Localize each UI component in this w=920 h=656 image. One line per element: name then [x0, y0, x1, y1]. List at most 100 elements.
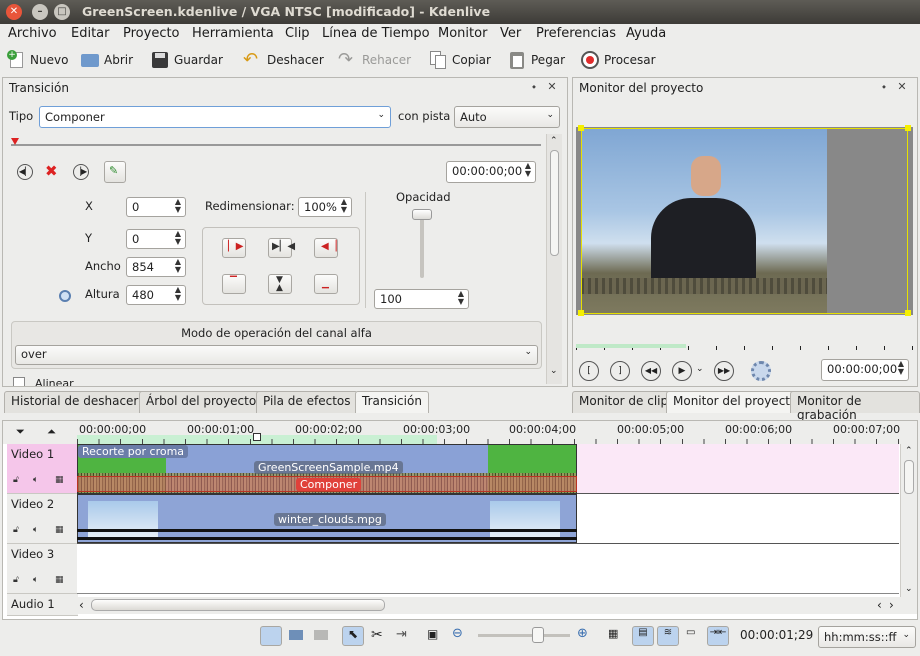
zoom-slider-handle[interactable] — [532, 627, 544, 643]
selection-tool-icon[interactable]: ⬉ — [342, 626, 364, 646]
type-select[interactable]: Componer ⌄ — [39, 106, 391, 128]
track-select[interactable]: Auto ⌄ — [454, 106, 560, 128]
align-vcenter-button[interactable]: ▼ ▲ — [268, 274, 292, 294]
menu-editar[interactable]: Editar — [71, 26, 110, 41]
tab-transition[interactable]: Transición — [355, 391, 429, 413]
insert-mode-icon[interactable] — [314, 630, 328, 640]
maximize-window-icon[interactable]: □ — [54, 4, 70, 20]
tab-record-monitor[interactable]: Monitor de grabación — [790, 391, 920, 422]
fit-zoom-icon[interactable]: ▣ — [427, 627, 438, 641]
rewind-icon[interactable]: ◀◀ — [641, 361, 661, 381]
menu-preferencias[interactable]: Preferencias — [536, 26, 616, 41]
align-hcenter-button[interactable]: ▶▏◀ — [268, 238, 295, 258]
overwrite-mode-icon[interactable] — [289, 630, 303, 640]
keyframe-timeline[interactable] — [11, 144, 541, 146]
render-button[interactable]: Procesar — [580, 49, 656, 71]
width-spinbox[interactable]: 854 ▲ ▼ — [126, 257, 186, 277]
resize-handle[interactable] — [905, 310, 911, 316]
zone-end-icon[interactable]: ] — [610, 361, 630, 381]
gear-icon[interactable] — [59, 290, 71, 302]
align-left-button[interactable]: ▏▶ — [222, 238, 246, 258]
zone-start-icon[interactable]: [ — [579, 361, 599, 381]
timecode-format-select[interactable]: hh:mm:ss::ff ⌄ — [818, 626, 916, 648]
copy-button[interactable]: Copiar — [428, 49, 491, 71]
chevron-left-icon[interactable]: ‹ — [79, 598, 84, 612]
collapse-tracks-icon[interactable]: ⏷ — [16, 425, 25, 439]
track-header-audio-1[interactable]: Audio 1 — [7, 594, 78, 616]
menu-linea-tiempo[interactable]: Línea de Tiempo — [322, 26, 430, 41]
chevron-left-icon[interactable]: ‹ — [877, 598, 882, 612]
zoom-out-icon[interactable]: ⊖ — [452, 626, 463, 641]
alpha-mode-select[interactable]: over ⌄ — [15, 345, 538, 365]
tab-effect-stack[interactable]: Pila de efectos — [256, 391, 358, 413]
keyframe-timecode[interactable]: 00:00:00;00 ▲ ▼ — [446, 161, 536, 183]
close-window-icon[interactable]: ✕ — [6, 4, 22, 20]
tab-project-monitor[interactable]: Monitor del proyecto — [666, 391, 805, 413]
scrollbar-thumb[interactable] — [904, 460, 914, 494]
normal-mode-icon[interactable] — [260, 626, 282, 646]
resize-spinbox[interactable]: 100% ▲ ▼ — [298, 197, 352, 217]
play-icon[interactable]: ▶ — [672, 361, 692, 381]
razor-tool-icon[interactable]: ✂ — [371, 627, 383, 643]
float-panel-icon[interactable]: ⬩ — [527, 80, 541, 94]
menu-ver[interactable]: Ver — [500, 26, 521, 41]
chevron-right-icon[interactable]: › — [889, 598, 894, 612]
resize-handle[interactable] — [578, 310, 584, 316]
timeline-ruler[interactable]: ⏷ ⏶ 00:00:00;00 00:00:01;00 00:00:02;00 … — [3, 421, 917, 444]
audio-thumbnails-icon[interactable]: ▤ — [632, 626, 654, 646]
y-spinbox[interactable]: 0 ▲ ▼ — [126, 229, 186, 249]
snap-icon[interactable]: ⇥⇤ — [707, 626, 729, 646]
film-icon[interactable]: ▦ — [55, 525, 64, 535]
waveform-icon[interactable]: ≋ — [657, 626, 679, 646]
video-thumbnails-icon[interactable]: ▦ — [608, 627, 618, 640]
menu-clip[interactable]: Clip — [285, 26, 310, 41]
previous-keyframe-icon[interactable]: ◀▏ — [17, 164, 33, 180]
track-header-video-1[interactable]: Video 1 🔓︎ 🔈︎ ▦ — [7, 444, 78, 494]
resize-handle[interactable] — [578, 125, 584, 131]
x-spinbox[interactable]: 0 ▲ ▼ — [126, 197, 186, 217]
delete-keyframe-icon[interactable]: ✖ — [45, 162, 58, 180]
opacity-slider-handle[interactable] — [412, 209, 432, 220]
spacer-tool-icon[interactable]: ⇥ — [396, 627, 407, 642]
save-button[interactable]: Guardar — [150, 49, 223, 71]
next-keyframe-icon[interactable]: ▕▶ — [73, 164, 89, 180]
menu-archivo[interactable]: Archivo — [8, 26, 57, 41]
track-header-video-3[interactable]: Video 3 🔓︎ 🔈︎ ▦ — [7, 544, 78, 594]
chevron-down-icon[interactable]: ⌄ — [696, 364, 704, 374]
monitor-timecode[interactable]: 00:00:00;00 ▲ ▼ — [821, 359, 909, 381]
playhead-marker[interactable] — [253, 433, 261, 441]
float-panel-icon[interactable]: ⬩ — [877, 80, 891, 94]
lock-icon[interactable]: 🔓︎ — [13, 575, 19, 585]
undo-button[interactable]: ↶ Deshacer — [243, 49, 324, 71]
resize-handle[interactable] — [905, 125, 911, 131]
menu-ayuda[interactable]: Ayuda — [626, 26, 666, 41]
lock-icon[interactable]: 🔓︎ — [13, 475, 19, 485]
zoom-slider[interactable] — [478, 634, 570, 637]
menu-proyecto[interactable]: Proyecto — [123, 26, 180, 41]
align-bottom-button[interactable]: ▁ — [314, 274, 338, 294]
clip-winter-clouds[interactable]: winter_clouds.mpg — [77, 494, 577, 543]
zoom-in-icon[interactable]: ⊕ — [577, 626, 588, 641]
redo-button[interactable]: ↷ Rehacer — [338, 49, 411, 71]
align-checkbox[interactable] — [13, 377, 25, 386]
video-viewport[interactable] — [576, 125, 913, 316]
gear-icon[interactable] — [751, 361, 771, 381]
speaker-icon[interactable]: 🔈︎ — [33, 575, 38, 585]
timeline-vscrollbar[interactable]: ⌃ ⌄ — [900, 444, 917, 604]
opacity-slider-track[interactable] — [420, 210, 424, 278]
forward-icon[interactable]: ▶▶ — [714, 361, 734, 381]
close-panel-icon[interactable]: ✕ — [895, 80, 909, 94]
geometry-frame[interactable] — [581, 128, 908, 314]
opacity-spinbox[interactable]: 100 ▲ ▼ — [374, 289, 469, 309]
track-lane-video-3[interactable] — [77, 544, 899, 594]
add-keyframe-button[interactable]: ✎ — [104, 161, 126, 183]
align-checkbox-row[interactable]: Alinear — [13, 376, 543, 386]
menu-monitor[interactable]: Monitor — [438, 26, 487, 41]
chevron-up-icon[interactable]: ⌃ — [905, 446, 913, 456]
chevron-down-icon[interactable]: ⌄ — [550, 366, 558, 376]
tab-clip-monitor[interactable]: Monitor de clip — [572, 391, 676, 413]
chevron-down-icon[interactable]: ⌄ — [905, 584, 913, 594]
film-icon[interactable]: ▦ — [55, 475, 64, 485]
track-header-video-2[interactable]: Video 2 🔓︎ 🔈︎ ▦ — [7, 494, 78, 544]
film-icon[interactable]: ▦ — [55, 575, 64, 585]
